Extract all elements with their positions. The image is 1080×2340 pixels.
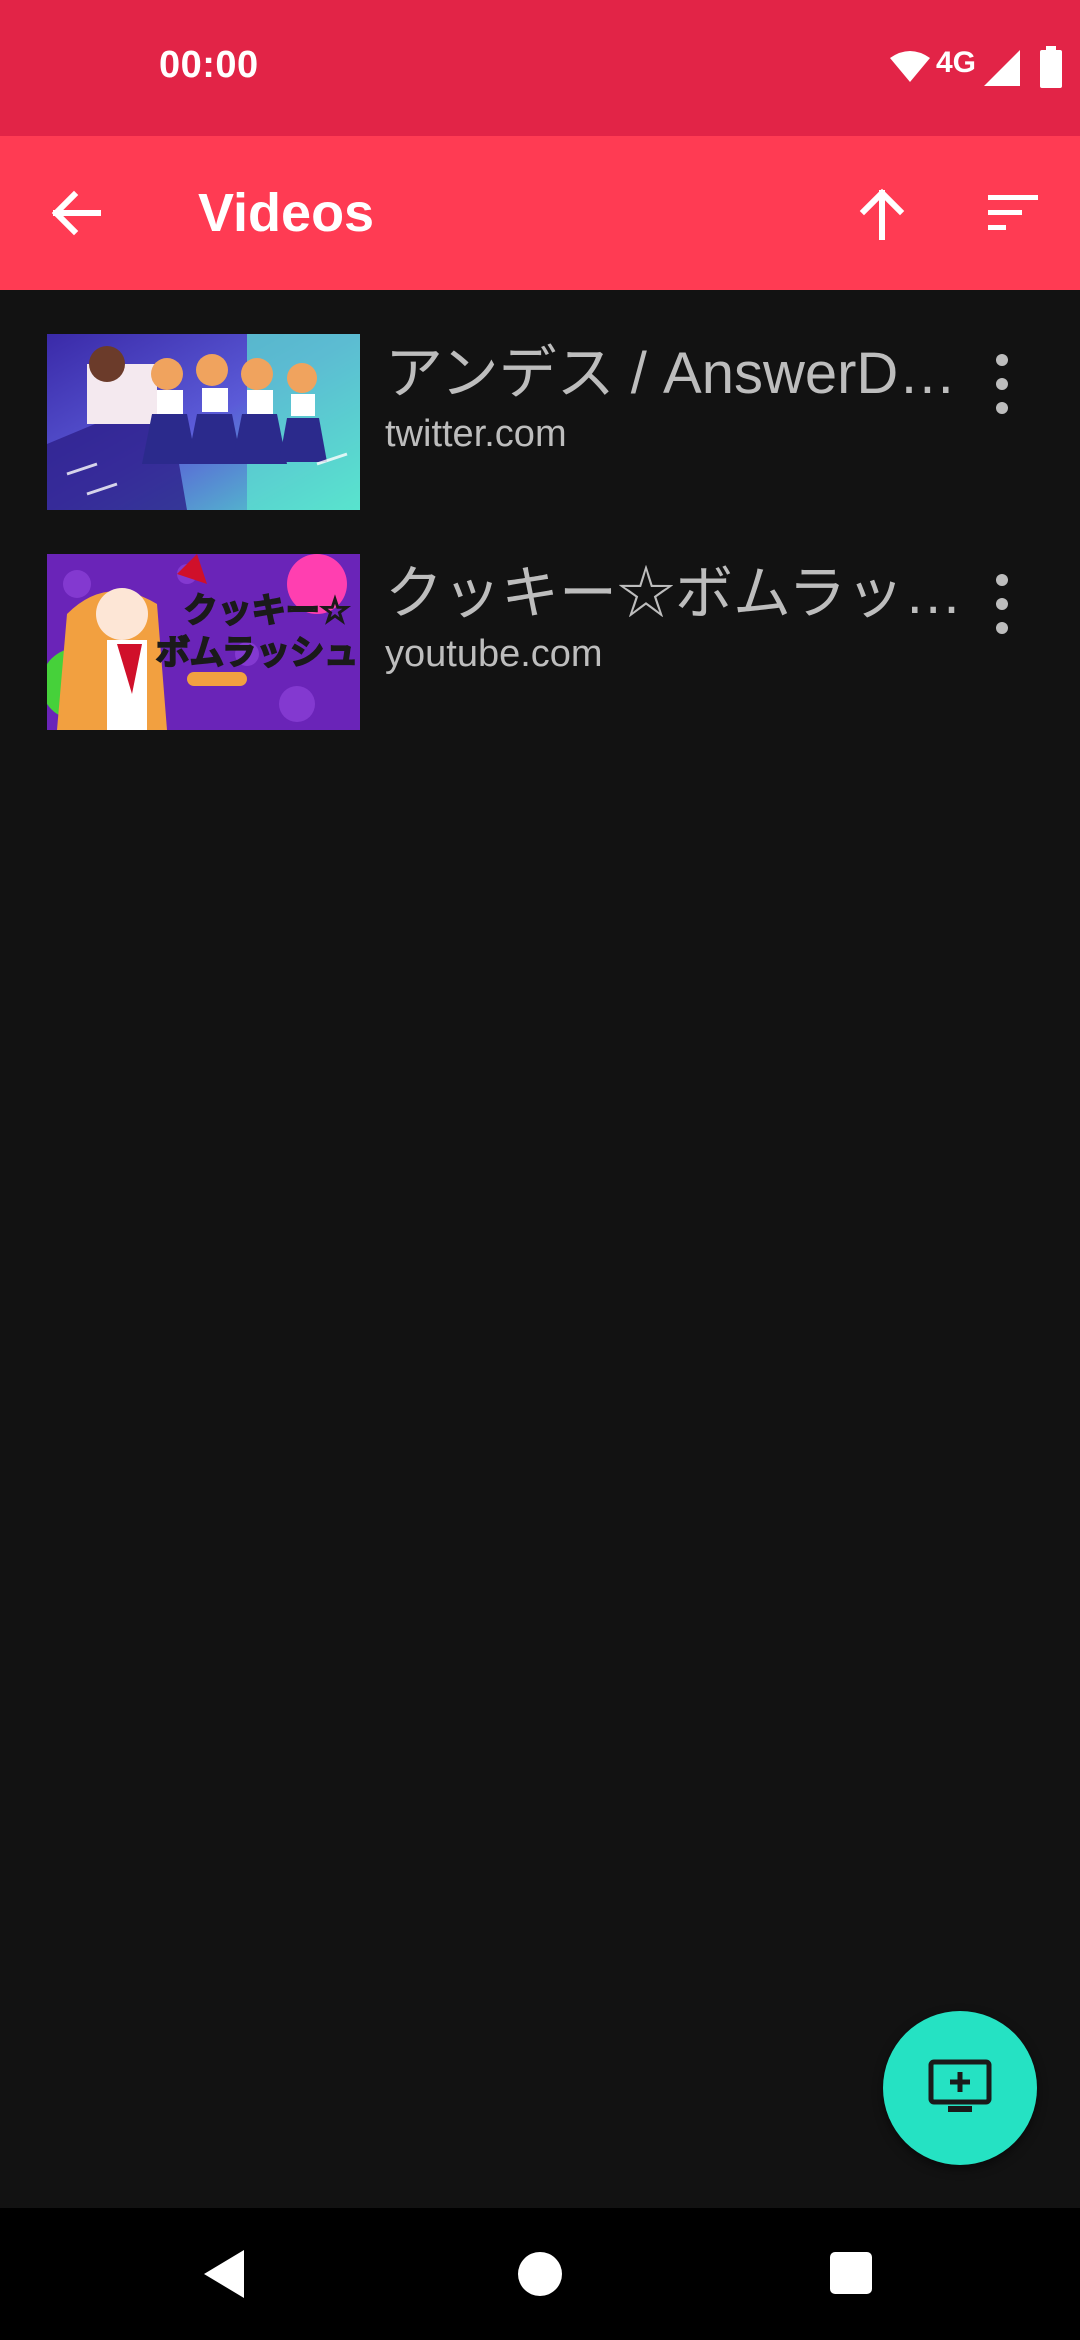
video-title: クッキー☆ボムラッシ… xyxy=(385,561,967,626)
back-arrow-icon[interactable] xyxy=(44,181,108,245)
sort-icon[interactable] xyxy=(982,181,1046,245)
status-bar: 00:00 4G xyxy=(0,0,1080,136)
signal-icon xyxy=(984,50,1020,86)
more-options-icon[interactable] xyxy=(986,568,1018,640)
video-title: アンデス / AnswerDes… xyxy=(385,341,967,406)
arrow-up-icon[interactable] xyxy=(850,181,914,245)
more-options-icon[interactable] xyxy=(986,348,1018,420)
thumbnail-caption-line-2: ボムラッシュ xyxy=(156,633,358,673)
video-thumbnail[interactable] xyxy=(47,334,360,510)
page-title: Videos xyxy=(198,183,375,243)
app-bar: Videos xyxy=(0,136,1080,290)
add-to-screen-button[interactable] xyxy=(883,2011,1037,2165)
status-icons: 4G xyxy=(880,44,1080,92)
video-source: youtube.com xyxy=(385,633,603,675)
video-thumbnail[interactable]: クッキー☆ ボムラッシュ xyxy=(47,554,360,730)
add-to-screen-icon xyxy=(928,2059,992,2112)
battery-icon xyxy=(1040,46,1062,88)
video-list-item[interactable]: クッキー☆ ボムラッシュ クッキー☆ボムラッシ… youtube.com xyxy=(0,510,1080,730)
nav-back-icon[interactable] xyxy=(200,2248,246,2300)
network-type-label: 4G xyxy=(936,46,977,79)
thumbnail-caption-line-1: クッキー☆ xyxy=(184,591,350,631)
status-time: 00:00 xyxy=(159,44,259,86)
video-list-item[interactable]: アンデス / AnswerDes… twitter.com xyxy=(0,290,1080,510)
wifi-icon xyxy=(890,51,930,82)
video-source: twitter.com xyxy=(385,413,567,455)
nav-home-icon[interactable] xyxy=(518,2252,562,2296)
system-nav-bar xyxy=(0,2208,1080,2340)
nav-recents-icon[interactable] xyxy=(830,2252,872,2294)
